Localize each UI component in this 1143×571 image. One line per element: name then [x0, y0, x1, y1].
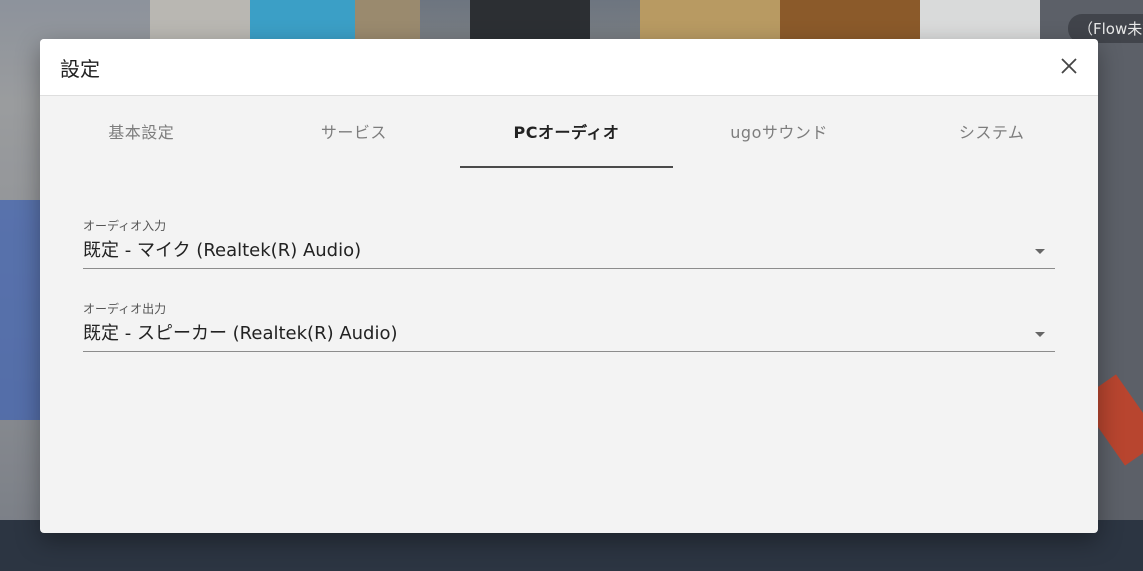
dropdown-arrow-icon [1035, 249, 1045, 254]
dropdown-arrow-icon [1035, 332, 1045, 337]
tab-pc-audio[interactable]: PCオーディオ [460, 96, 673, 168]
dialog-title: 設定 [60, 57, 100, 81]
close-button[interactable] [1054, 51, 1084, 81]
settings-tabs: 基本設定 サービス PCオーディオ ugoサウンド システム [40, 96, 1098, 168]
background-object [0, 200, 45, 420]
tab-system[interactable]: システム [885, 96, 1098, 166]
close-icon [1061, 58, 1077, 74]
audio-output-select[interactable]: オーディオ出力 既定 - スピーカー (Realtek(R) Audio) [83, 300, 1055, 352]
audio-output-label: オーディオ出力 [83, 302, 167, 316]
audio-output-value: 既定 - スピーカー (Realtek(R) Audio) [83, 323, 398, 344]
audio-input-select[interactable]: オーディオ入力 既定 - マイク (Realtek(R) Audio) [83, 217, 1055, 269]
tab-ugo-sound[interactable]: ugoサウンド [673, 96, 886, 166]
settings-dialog: 設定 基本設定 サービス PCオーディオ ugoサウンド システム オーディオ入… [40, 39, 1098, 533]
dialog-header: 設定 [40, 39, 1098, 96]
tab-services[interactable]: サービス [248, 96, 461, 166]
audio-input-label: オーディオ入力 [83, 219, 167, 233]
audio-input-value: 既定 - マイク (Realtek(R) Audio) [83, 240, 362, 261]
tab-basic-settings[interactable]: 基本設定 [40, 96, 248, 166]
